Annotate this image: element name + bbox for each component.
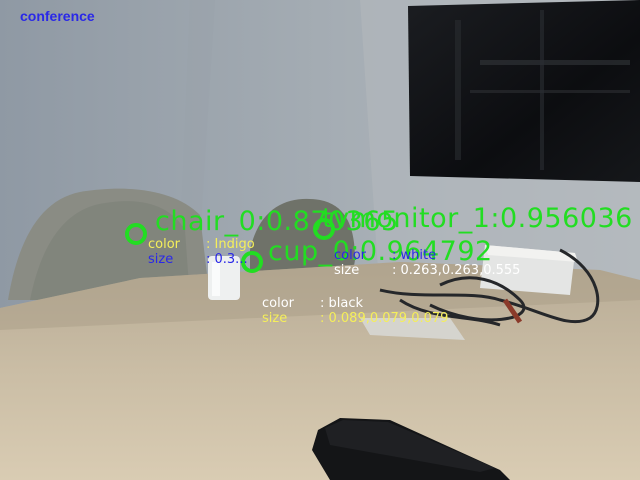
tvmonitor-color-value: : white bbox=[392, 248, 437, 263]
cup-size-value: : 0.089,0.079,0.079 bbox=[320, 311, 449, 326]
chair-size-key: size bbox=[148, 252, 174, 267]
cup-size-key: size bbox=[262, 311, 288, 326]
scene-label: conference bbox=[20, 8, 95, 24]
cup-color-value: : black bbox=[320, 296, 364, 311]
chair-size-value: : 0.3... bbox=[206, 252, 248, 267]
tvmonitor-size-key: size bbox=[334, 263, 360, 278]
cup-detection-label: cup_0:0.964792 bbox=[268, 236, 493, 267]
chair-marker-icon bbox=[125, 223, 147, 245]
cup-color-key: color bbox=[262, 296, 295, 311]
chair-color-value: : Indigo bbox=[206, 237, 255, 252]
tvmonitor-color-key: color bbox=[334, 248, 367, 263]
tvmonitor-detection-label: tvmonitor_1:0.956036 bbox=[322, 203, 633, 234]
tvmonitor-size-value: : 0.263,0.263,0.555 bbox=[392, 263, 521, 278]
chair-color-key: color bbox=[148, 237, 181, 252]
